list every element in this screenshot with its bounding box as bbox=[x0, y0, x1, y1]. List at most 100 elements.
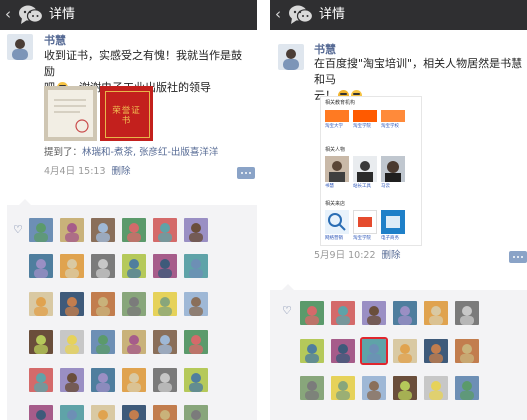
avatar[interactable] bbox=[7, 34, 33, 60]
liker-avatar[interactable] bbox=[122, 405, 146, 420]
store-thumb bbox=[353, 210, 377, 234]
nav-bar: ‹ 详情 bbox=[270, 0, 527, 30]
heart-icon: ♡ bbox=[13, 223, 23, 236]
post-line: 收到证书，实感受之有愧！我就当作是鼓励 bbox=[44, 49, 242, 78]
liker-avatar[interactable] bbox=[122, 254, 146, 278]
liker-avatar[interactable] bbox=[424, 376, 448, 400]
user-name[interactable]: 书慧 bbox=[44, 34, 66, 47]
store-label: 电子商务 bbox=[381, 236, 399, 241]
post-time: 5月9日 10:22 删除 bbox=[314, 250, 401, 262]
comment-icon[interactable] bbox=[237, 167, 255, 179]
time-text: 5月9日 10:22 bbox=[314, 250, 376, 261]
liker-avatar[interactable] bbox=[393, 301, 417, 325]
liker-avatar[interactable] bbox=[122, 368, 146, 392]
liker-avatar[interactable] bbox=[91, 330, 115, 354]
mention-names[interactable]: 林瑞和-煮茶, 张彦红-出版喜洋洋 bbox=[82, 147, 218, 158]
liker-avatar[interactable] bbox=[91, 218, 115, 242]
liker-avatar[interactable] bbox=[153, 218, 177, 242]
person-photo bbox=[353, 156, 377, 182]
chevron-left-icon[interactable]: ‹ bbox=[275, 6, 281, 22]
liker-avatar[interactable] bbox=[393, 376, 417, 400]
org-logo bbox=[381, 110, 405, 122]
liker-avatar[interactable] bbox=[153, 368, 177, 392]
liker-avatar[interactable] bbox=[91, 254, 115, 278]
liker-avatar[interactable] bbox=[29, 292, 53, 316]
liker-avatar[interactable] bbox=[455, 301, 479, 325]
liker-avatar[interactable] bbox=[153, 292, 177, 316]
liker-avatar[interactable] bbox=[60, 254, 84, 278]
org-logo bbox=[325, 110, 349, 122]
store-thumb bbox=[325, 210, 349, 234]
liker-avatar[interactable] bbox=[60, 292, 84, 316]
store-thumb bbox=[381, 210, 405, 234]
liker-avatar[interactable] bbox=[122, 292, 146, 316]
liker-avatar[interactable] bbox=[60, 405, 84, 420]
nav-bar: ‹ 详情 bbox=[0, 0, 257, 30]
search-result-screenshot[interactable]: 相关教育机构 淘宝大学 淘宝学院 淘宝学校 相关人物 书慧 站长工具 马云 相关… bbox=[320, 96, 422, 246]
liker-avatar[interactable] bbox=[300, 301, 324, 325]
liker-avatar[interactable] bbox=[393, 339, 417, 363]
comment-icon[interactable] bbox=[509, 251, 527, 263]
chevron-left-icon[interactable]: ‹ bbox=[5, 6, 11, 22]
liker-avatar[interactable] bbox=[300, 339, 324, 363]
liker-avatar[interactable] bbox=[184, 405, 208, 420]
liker-avatar[interactable] bbox=[184, 218, 208, 242]
liker-avatar[interactable] bbox=[153, 330, 177, 354]
liker-avatar[interactable] bbox=[331, 301, 355, 325]
liker-avatar[interactable] bbox=[184, 330, 208, 354]
liker-avatar[interactable] bbox=[122, 330, 146, 354]
liker-avatar[interactable] bbox=[29, 330, 53, 354]
liker-avatar[interactable] bbox=[362, 301, 386, 325]
page-title: 详情 bbox=[49, 7, 76, 22]
liker-avatar[interactable] bbox=[91, 292, 115, 316]
liker-avatar[interactable] bbox=[29, 254, 53, 278]
liker-avatar[interactable] bbox=[331, 339, 355, 363]
liker-avatar[interactable] bbox=[362, 376, 386, 400]
liker-avatar[interactable] bbox=[455, 339, 479, 363]
liker-avatar[interactable] bbox=[424, 339, 448, 363]
photo-certificate-cover[interactable]: 荣誉证书 bbox=[100, 86, 153, 141]
avatar[interactable] bbox=[278, 44, 304, 70]
liker-avatar[interactable] bbox=[360, 337, 388, 365]
search-section-title: 相关来店 bbox=[325, 201, 346, 207]
liker-avatar[interactable] bbox=[60, 330, 84, 354]
liker-avatar[interactable] bbox=[91, 368, 115, 392]
mention-line: 提到了：林瑞和-煮茶, 张彦红-出版喜洋洋 bbox=[44, 147, 218, 159]
liker-avatar[interactable] bbox=[29, 405, 53, 420]
org-label: 淘宝学校 bbox=[381, 124, 399, 129]
post-time: 4月4日 15:13 删除 bbox=[44, 166, 131, 178]
store-label: 淘宝学院 bbox=[353, 236, 371, 241]
person-photo bbox=[325, 156, 349, 182]
moment-detail-right: ‹ 详情 书慧 在百度搜"淘宝培训"，相关人物居然是书慧和马 云！ 相关教育机构… bbox=[270, 0, 527, 420]
liker-avatar[interactable] bbox=[60, 218, 84, 242]
delete-link[interactable]: 删除 bbox=[112, 166, 131, 177]
liker-avatar[interactable] bbox=[455, 376, 479, 400]
liker-avatar[interactable] bbox=[153, 405, 177, 420]
liker-avatar[interactable] bbox=[184, 254, 208, 278]
liker-avatar[interactable] bbox=[424, 301, 448, 325]
photo-certificate-inner[interactable] bbox=[44, 86, 97, 141]
chat-bubbles-icon bbox=[289, 5, 314, 24]
org-logo bbox=[353, 110, 377, 122]
mention-label: 提到了： bbox=[44, 147, 83, 158]
delete-link[interactable]: 删除 bbox=[382, 250, 401, 261]
liker-avatar[interactable] bbox=[153, 254, 177, 278]
user-name[interactable]: 书慧 bbox=[314, 43, 336, 56]
org-label: 淘宝学院 bbox=[353, 124, 371, 129]
liker-avatar[interactable] bbox=[29, 218, 53, 242]
search-section-title: 相关人物 bbox=[325, 147, 346, 153]
page-title: 详情 bbox=[319, 7, 346, 22]
liker-avatar[interactable] bbox=[91, 405, 115, 420]
org-label: 淘宝大学 bbox=[325, 124, 343, 129]
liker-avatar[interactable] bbox=[331, 376, 355, 400]
liker-avatar[interactable] bbox=[300, 376, 324, 400]
liker-avatar[interactable] bbox=[60, 368, 84, 392]
person-label: 书慧 bbox=[325, 184, 334, 189]
time-text: 4月4日 15:13 bbox=[44, 166, 106, 177]
person-photo bbox=[381, 156, 405, 182]
liker-avatar[interactable] bbox=[184, 292, 208, 316]
liker-avatar[interactable] bbox=[29, 368, 53, 392]
liker-avatar[interactable] bbox=[122, 218, 146, 242]
store-label: 网络营销 bbox=[325, 236, 343, 241]
liker-avatar[interactable] bbox=[184, 368, 208, 392]
